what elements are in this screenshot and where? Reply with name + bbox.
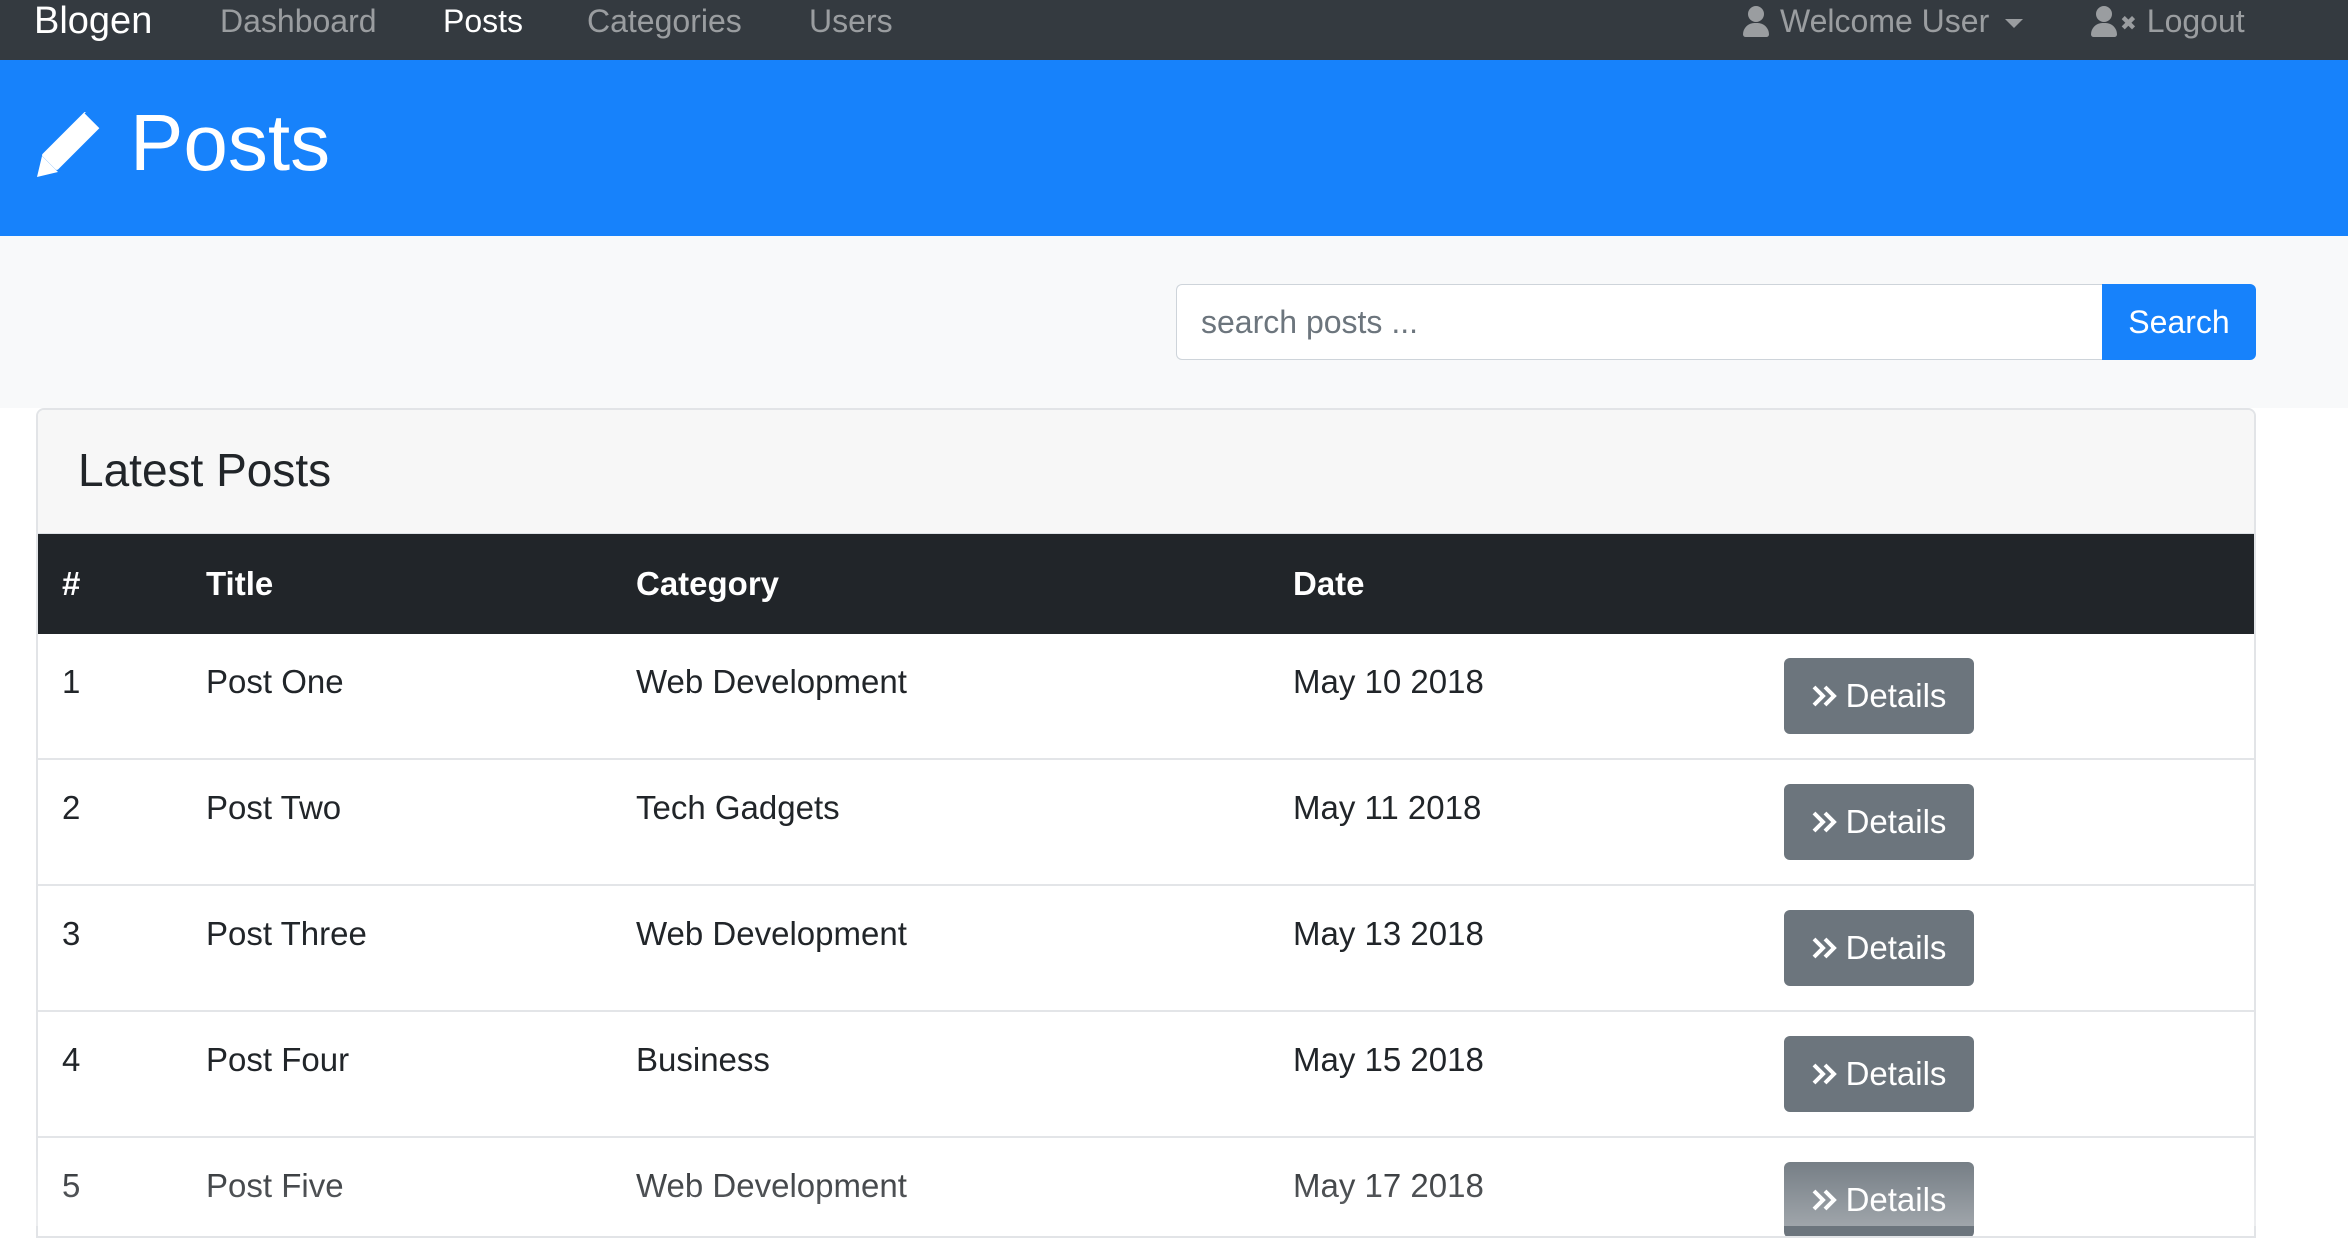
details-label: Details [1845,677,1947,714]
user-menu-dropdown[interactable]: Welcome User [1742,0,2024,42]
details-label: Details [1845,929,1947,966]
logout-label: Logout [2146,3,2245,39]
column-header-title: Title [206,565,274,602]
latest-posts-card: Latest Posts # Title Category Date 1 Pos… [36,408,2256,1238]
table-row: 3 Post Three Web Development May 13 2018… [38,886,2254,1012]
double-chevron-right-icon [1812,937,1837,959]
row-number: 2 [62,789,81,826]
row-number: 5 [62,1167,81,1204]
card-title: Latest Posts [78,444,332,496]
brand-logo[interactable]: Blogen [34,0,152,42]
search-button[interactable]: Search [2102,284,2256,360]
post-date: May 15 2018 [1293,1041,1484,1078]
post-title: Post One [206,663,344,700]
post-category: Web Development [636,663,907,700]
card-header: Latest Posts [38,410,2254,534]
post-title: Post Three [206,915,367,952]
user-icon [1742,4,1770,38]
double-chevron-right-icon [1812,1063,1837,1085]
details-label: Details [1845,803,1947,840]
table-row: 1 Post One Web Development May 10 2018 D… [38,634,2254,760]
details-button[interactable]: Details [1784,784,1974,860]
column-header-number: # [62,565,81,602]
row-number: 4 [62,1041,81,1078]
table-row: 2 Post Two Tech Gadgets May 11 2018 Deta… [38,760,2254,886]
nav-link-dashboard[interactable]: Dashboard [220,0,377,42]
details-button[interactable]: Details [1784,1036,1974,1112]
nav-link-posts[interactable]: Posts [443,0,523,42]
user-times-icon [2090,4,2118,38]
column-header-category: Category [636,565,780,602]
post-title: Post Five [206,1167,344,1204]
nav-link-users[interactable]: Users [809,0,893,42]
row-number: 3 [62,915,81,952]
logout-link[interactable]: ✖ Logout [2090,0,2245,42]
caret-down-icon [2005,18,2024,28]
post-date: May 11 2018 [1293,789,1482,826]
post-title: Post Two [206,789,342,826]
search-input[interactable] [1176,284,2102,360]
details-label: Details [1845,1181,1947,1218]
table-row: 4 Post Four Business May 15 2018 Details [38,1012,2254,1138]
table-row: 5 Post Five Web Development May 17 2018 … [38,1138,2254,1236]
x-mark-icon: ✖ [2120,13,2137,35]
table-header-row: # Title Category Date [38,534,2254,634]
nav-link-categories[interactable]: Categories [587,0,742,42]
post-category: Tech Gadgets [636,789,840,826]
post-date: May 17 2018 [1293,1167,1484,1204]
user-menu-label: Welcome User [1780,3,1990,39]
details-label: Details [1845,1055,1947,1092]
column-header-date: Date [1293,565,1365,602]
post-title: Post Four [206,1041,350,1078]
page-header: Posts [0,60,2348,236]
post-date: May 10 2018 [1293,663,1484,700]
double-chevron-right-icon [1812,811,1837,833]
pencil-icon [37,110,104,177]
details-button[interactable]: Details [1784,1162,1974,1236]
post-category: Web Development [636,915,907,952]
details-button[interactable]: Details [1784,658,1974,734]
details-button[interactable]: Details [1784,910,1974,986]
page-title: Posts [130,98,331,187]
post-category: Web Development [636,1167,907,1204]
row-number: 1 [62,663,81,700]
double-chevron-right-icon [1812,1189,1837,1211]
top-navbar: Blogen Dashboard Posts Categories Users … [0,0,2348,60]
post-date: May 13 2018 [1293,915,1484,952]
double-chevron-right-icon [1812,685,1837,707]
post-category: Business [636,1041,770,1078]
